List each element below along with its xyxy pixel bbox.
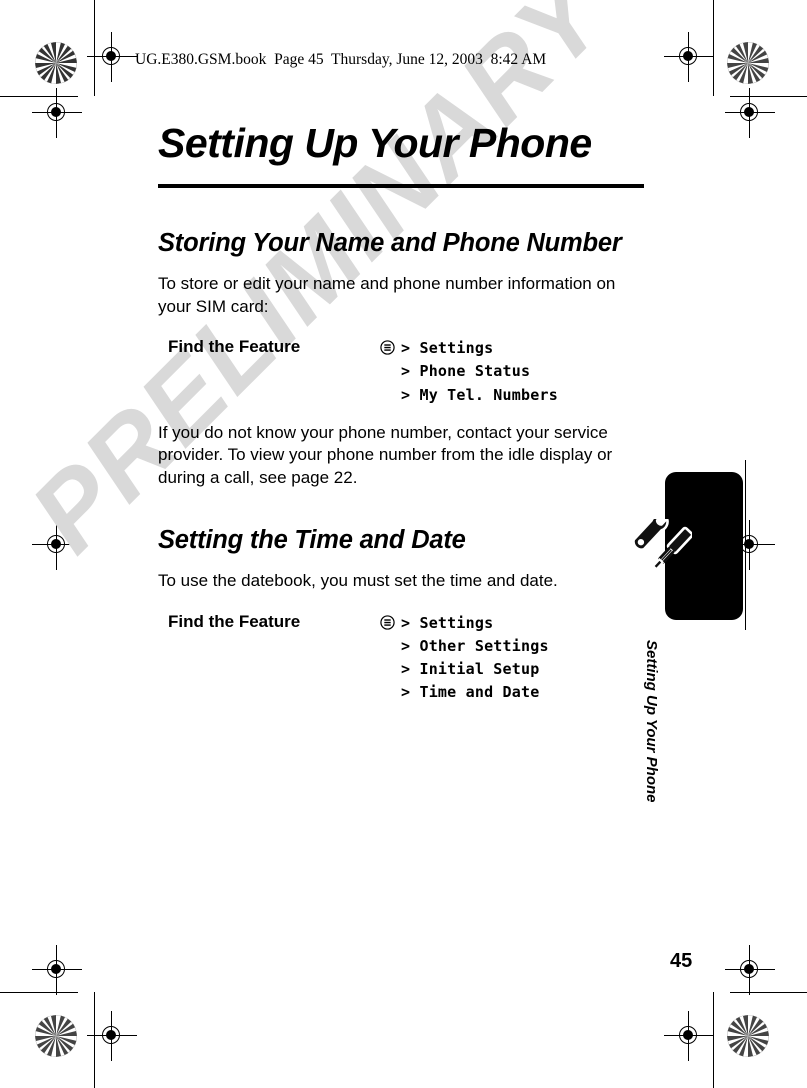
registration-mark-upper-left [32, 88, 82, 138]
find-the-feature-label-1: Find the Feature [168, 337, 301, 357]
section-outro-storing-name: If you do not know your phone number, co… [158, 422, 613, 487]
crop-line-bottom-left-horizontal [0, 992, 78, 993]
side-tab-title: Setting Up Your Phone [643, 640, 660, 803]
section-heading-time-and-date: Setting the Time and Date [158, 526, 466, 555]
page-canvas: PRELIMINARY UG.E380.GSM.book Page 45 Thu… [0, 0, 807, 1088]
content-column: Setting Up Your Phone Storing Your Name … [158, 120, 648, 705]
registration-mark-bottom-right [664, 1011, 714, 1061]
section-intro-time-and-date: To use the datebook, you must set the ti… [158, 571, 558, 591]
registration-mark-top-right [664, 32, 714, 82]
crop-line-top-right-vertical [713, 0, 714, 96]
menu-path-2: > Settings > Other Settings > Initial Setu… [380, 612, 549, 705]
star-target-top-right [727, 42, 769, 84]
registration-mark-lower-right [725, 945, 775, 995]
registration-mark-bottom-left [87, 1011, 137, 1061]
star-target-top-left [35, 42, 77, 84]
page-title: Setting Up Your Phone [158, 120, 592, 166]
find-the-feature-label-2: Find the Feature [168, 611, 301, 631]
section-intro-storing-name: To store or edit your name and phone num… [158, 274, 616, 316]
menu-icon [380, 340, 395, 355]
crop-line-bottom-right-vertical [713, 992, 714, 1088]
title-divider [158, 184, 644, 189]
registration-mark-lower-left [32, 945, 82, 995]
menu-path-1: > Settings > Phone Status > My Tel. Number… [380, 337, 558, 407]
section-heading-storing-name: Storing Your Name and Phone Number [158, 229, 622, 258]
registration-mark-middle-left [32, 520, 82, 570]
menu-icon [380, 615, 395, 630]
registration-mark-upper-right [725, 88, 775, 138]
page-number: 45 [670, 950, 693, 972]
crop-line-bottom-right-horizontal [730, 992, 807, 993]
star-target-bottom-right [727, 1015, 769, 1057]
menu-path-lines-2: > Settings > Other Settings > Initial Setu… [401, 613, 549, 702]
find-the-feature-block-1: Find the Feature > Settings > Phone Statu… [158, 337, 648, 407]
menu-path-lines-1: > Settings > Phone Status > My Tel. Number… [401, 339, 558, 404]
find-the-feature-block-2: Find the Feature > Settings > Other Setti… [158, 612, 648, 705]
registration-mark-top-left [87, 32, 137, 82]
star-target-bottom-left [35, 1015, 77, 1057]
running-header: UG.E380.GSM.book Page 45 Thursday, June … [135, 51, 547, 68]
wrench-screwdriver-icon [630, 513, 694, 581]
